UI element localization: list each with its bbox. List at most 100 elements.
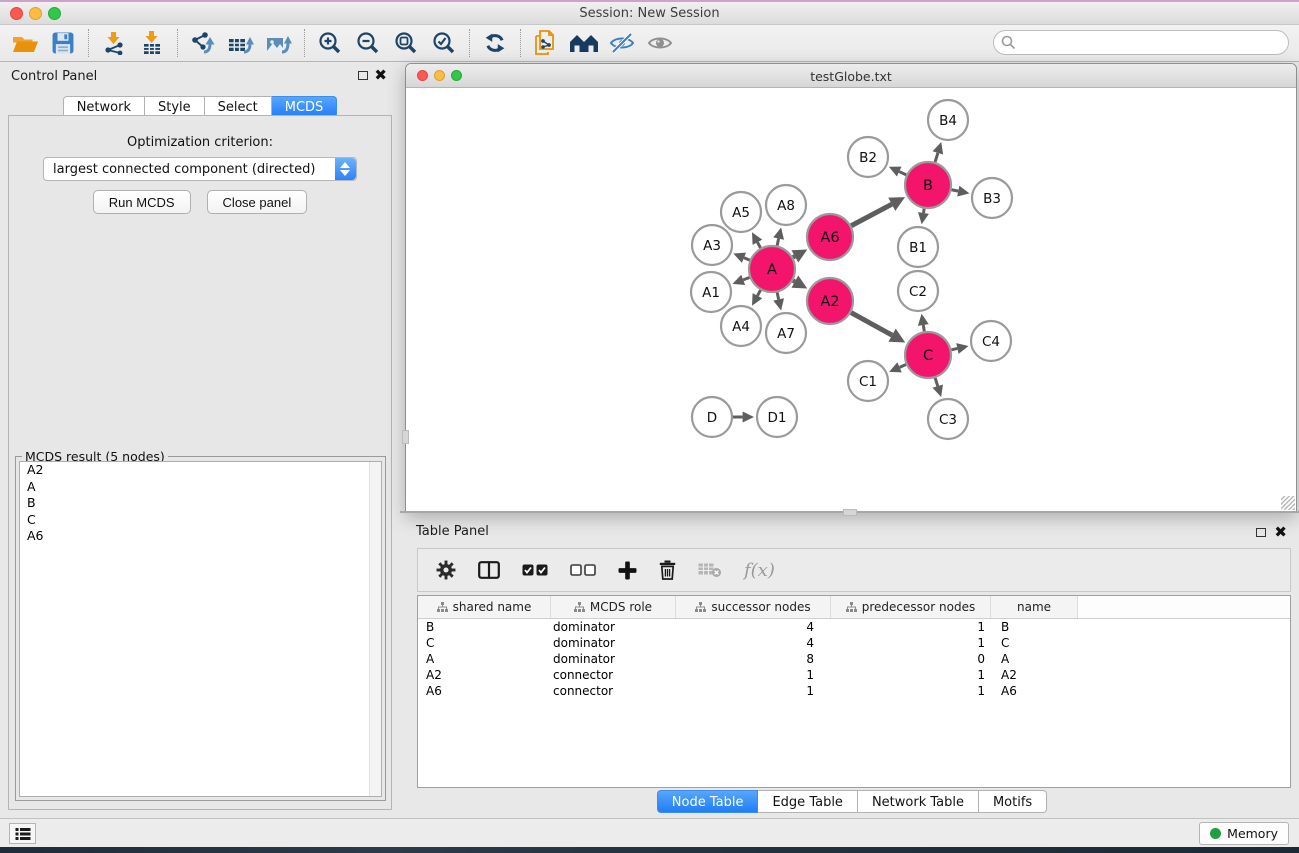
- graph-node-A[interactable]: A: [749, 246, 795, 292]
- graph-edge-C-C2[interactable]: [923, 325, 924, 331]
- delete-table-button[interactable]: [698, 562, 722, 578]
- graph-node-A7[interactable]: A7: [766, 313, 806, 353]
- select-all-button[interactable]: [522, 564, 548, 576]
- graph-node-D[interactable]: D: [692, 397, 732, 437]
- function-builder-button[interactable]: f(x): [744, 560, 775, 581]
- graph-node-B[interactable]: B: [905, 162, 951, 208]
- tab-motifs[interactable]: Motifs: [979, 790, 1047, 813]
- export-table-button[interactable]: [222, 27, 260, 59]
- mcds-result-list[interactable]: A2ABCA6: [19, 461, 382, 797]
- column-view-button[interactable]: [478, 561, 500, 579]
- column-header-MCDS-role[interactable]: MCDS role: [551, 596, 676, 618]
- result-item[interactable]: C: [20, 512, 381, 529]
- graph-node-A2[interactable]: A2: [807, 278, 853, 324]
- graph-node-A8[interactable]: A8: [766, 185, 806, 225]
- window-resize-grip-icon[interactable]: [1281, 496, 1295, 510]
- table-settings-button[interactable]: [436, 560, 456, 580]
- graph-node-C3[interactable]: C3: [928, 399, 968, 439]
- tab-network-table[interactable]: Network Table: [858, 790, 979, 813]
- deselect-all-button[interactable]: [570, 564, 596, 576]
- graph-edge-A-A6[interactable]: [793, 256, 795, 257]
- graph-node-B4[interactable]: B4: [928, 100, 968, 140]
- close-panel-button[interactable]: Close panel: [207, 190, 308, 214]
- graph-edge-A-A3[interactable]: [744, 258, 750, 260]
- graph-edge-A2-C[interactable]: [851, 313, 892, 336]
- table-row[interactable]: Cdominator41C: [418, 635, 1290, 651]
- float-table-panel-icon[interactable]: [1256, 528, 1266, 537]
- task-history-button[interactable]: [9, 823, 36, 844]
- vertical-divider-grip[interactable]: [402, 430, 409, 444]
- zoom-in-button[interactable]: [311, 27, 349, 59]
- optimization-criterion-dropdown[interactable]: largest connected component (directed): [43, 157, 357, 181]
- graph-edge-B-B2[interactable]: [899, 172, 906, 175]
- run-mcds-button[interactable]: Run MCDS: [93, 190, 191, 214]
- graph-edge-C-C3[interactable]: [935, 378, 938, 386]
- graph-edge-C-C1[interactable]: [900, 365, 906, 368]
- eye-button[interactable]: [641, 27, 679, 59]
- graph-node-B2[interactable]: B2: [848, 137, 888, 177]
- column-header-predecessor-nodes[interactable]: predecessor nodes: [831, 596, 991, 618]
- export-image-button[interactable]: [260, 27, 298, 59]
- zoom-fit-button[interactable]: [387, 27, 425, 59]
- zoom-selected-button[interactable]: [425, 27, 463, 59]
- graph-node-B3[interactable]: B3: [972, 178, 1012, 218]
- result-item[interactable]: A2: [20, 462, 381, 479]
- memory-button[interactable]: Memory: [1199, 822, 1289, 845]
- table-row[interactable]: A2connector11A2: [418, 667, 1290, 683]
- import-table-button[interactable]: [133, 27, 171, 59]
- horizontal-divider-grip[interactable]: [843, 509, 857, 516]
- zoom-out-button[interactable]: [349, 27, 387, 59]
- delete-columns-button[interactable]: [659, 560, 676, 580]
- graph-node-A3[interactable]: A3: [692, 225, 732, 265]
- graph-node-C2[interactable]: C2: [898, 271, 938, 311]
- graph-edge-A-A2[interactable]: [793, 281, 795, 282]
- network-from-selection-button[interactable]: [527, 27, 565, 59]
- graph-edge-B-B3[interactable]: [952, 190, 959, 191]
- edge-arrowhead-icon: [918, 314, 929, 326]
- graph-node-A1[interactable]: A1: [691, 272, 731, 312]
- tab-edge-table[interactable]: Edge Table: [758, 790, 857, 813]
- tab-node-table[interactable]: Node Table: [657, 790, 759, 813]
- graph-edge-B-B4[interactable]: [935, 153, 938, 162]
- graph-edge-A6-B[interactable]: [851, 204, 892, 226]
- open-session-button[interactable]: [6, 27, 44, 59]
- graph-node-A6[interactable]: A6: [807, 214, 853, 260]
- refresh-button[interactable]: [476, 27, 514, 59]
- result-item[interactable]: A6: [20, 528, 381, 545]
- network-canvas[interactable]: B4 B2 B B3 A8A5 A6 A3 B1 A C2 A1 A2 A4A7 C4 C C1 C3 D D1: [406, 88, 1296, 511]
- column-header-successor-nodes[interactable]: successor nodes: [676, 596, 831, 618]
- graph-edge-A-A4[interactable]: [757, 290, 760, 296]
- result-list-scrollbar[interactable]: [369, 462, 381, 796]
- add-column-button[interactable]: [618, 561, 637, 580]
- result-item[interactable]: A: [20, 479, 381, 496]
- close-panel-icon[interactable]: ✖: [374, 66, 387, 84]
- table-row[interactable]: Adominator80A: [418, 651, 1290, 667]
- graph-node-D1[interactable]: D1: [757, 397, 797, 437]
- import-network-button[interactable]: [95, 27, 133, 59]
- graph-node-B1[interactable]: B1: [898, 227, 938, 267]
- graph-node-C[interactable]: C: [905, 332, 951, 378]
- save-session-button[interactable]: [44, 27, 82, 59]
- eye-slash-button[interactable]: [603, 27, 641, 59]
- graph-edge-A-A1[interactable]: [743, 277, 749, 279]
- column-header-shared-name[interactable]: shared name: [418, 596, 551, 618]
- graph-edge-A-A8[interactable]: [777, 239, 779, 246]
- result-item[interactable]: B: [20, 495, 381, 512]
- graph-edge-C-C4[interactable]: [951, 348, 957, 349]
- graph-node-C4[interactable]: C4: [971, 321, 1011, 361]
- search-input[interactable]: [993, 30, 1289, 55]
- graph-node-C1[interactable]: C1: [848, 361, 888, 401]
- graph-edge-B-B1[interactable]: [923, 209, 924, 213]
- close-table-panel-icon[interactable]: ✖: [1274, 523, 1287, 541]
- export-network-button[interactable]: [184, 27, 222, 59]
- graph-edge-A-A5[interactable]: [757, 242, 760, 248]
- graph-edge-A-A7[interactable]: [777, 292, 779, 299]
- table-row[interactable]: A6connector11A6: [418, 683, 1290, 699]
- network-window-titlebar[interactable]: testGlobe.txt: [406, 64, 1296, 88]
- graph-node-A4[interactable]: A4: [721, 306, 761, 346]
- table-row[interactable]: Bdominator41B: [418, 619, 1290, 635]
- graph-node-A5[interactable]: A5: [721, 192, 761, 232]
- houses-button[interactable]: [565, 27, 603, 59]
- float-panel-icon[interactable]: [358, 71, 368, 80]
- column-header-name[interactable]: name: [991, 596, 1078, 618]
